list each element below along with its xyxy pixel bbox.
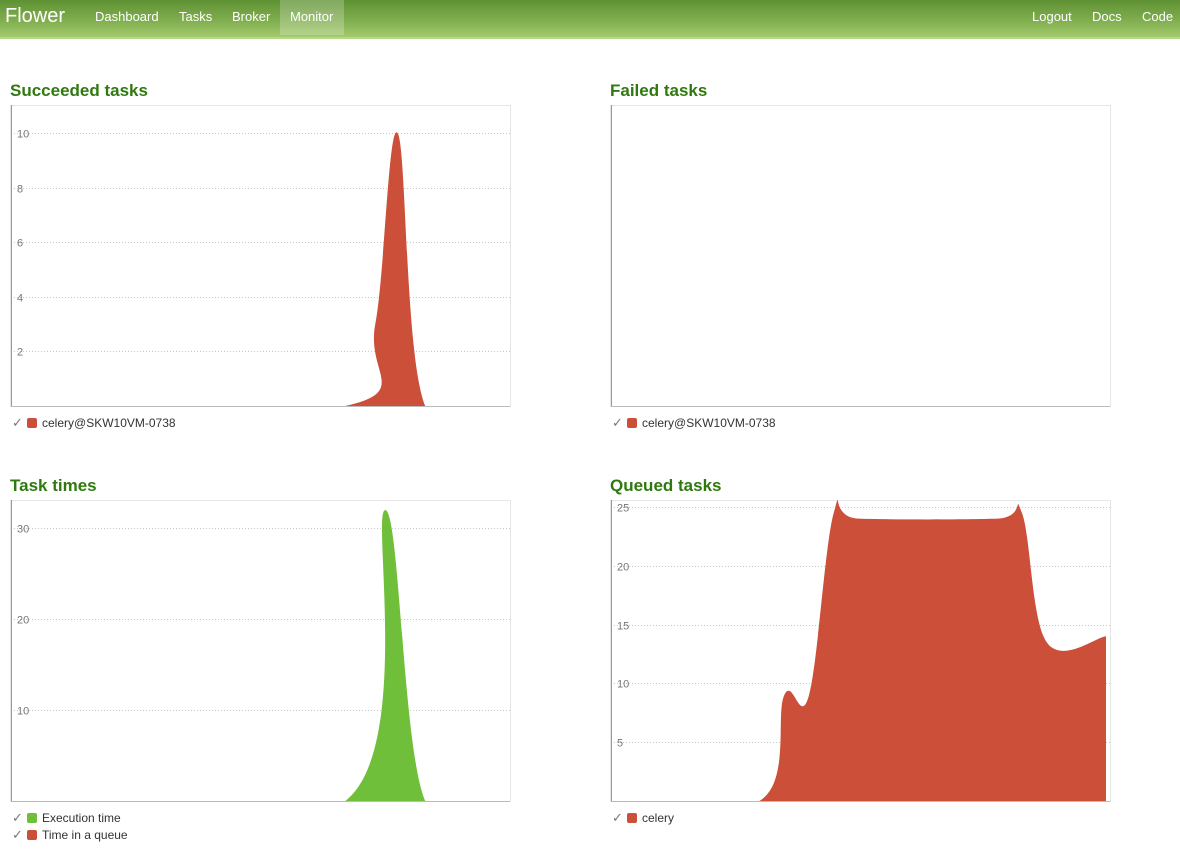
nav-docs[interactable]: Docs [1082, 0, 1132, 35]
legend-label: celery@SKW10VM-0738 [642, 415, 776, 430]
y-tick-label: 15 [617, 621, 629, 633]
y-tick-label: 10 [17, 706, 29, 718]
legend-label: Execution time [42, 810, 121, 825]
legend-swatch [27, 829, 37, 840]
queued-tasks-chart[interactable]: 5 10 15 20 25 [610, 500, 1111, 802]
legend-label: Time in a queue [42, 827, 128, 842]
y-tick-label: 5 [617, 738, 623, 750]
legend-label: celery@SKW10VM-0738 [42, 415, 176, 430]
legend-item-execution-time[interactable]: ✓ Execution time [12, 809, 128, 826]
legend-swatch [27, 417, 37, 428]
chart-frame [10, 105, 511, 407]
nav-code[interactable]: Code [1132, 0, 1180, 35]
legend-item-celery-worker[interactable]: ✓ celery@SKW10VM-0738 [612, 414, 776, 431]
y-tick-label: 20 [17, 615, 29, 627]
nav-dashboard[interactable]: Dashboard [85, 0, 169, 35]
y-tick-label: 6 [17, 238, 23, 250]
queued-tasks-legend: ✓ celery [612, 809, 674, 826]
legend-swatch [27, 812, 37, 823]
failed-tasks-legend: ✓ celery@SKW10VM-0738 [612, 414, 776, 431]
chart-frame [610, 105, 1111, 407]
task-times-chart[interactable]: 10 20 30 [10, 500, 511, 802]
nav-logout[interactable]: Logout [1022, 0, 1082, 35]
succeeded-tasks-chart[interactable]: 2 4 6 8 10 [10, 105, 511, 407]
succeeded-tasks-legend: ✓ celery@SKW10VM-0738 [12, 414, 176, 431]
brand-logo[interactable]: Flower [5, 5, 65, 28]
area-series [11, 510, 510, 802]
failed-tasks-chart[interactable] [610, 105, 1111, 407]
succeeded-tasks-title: Succeeded tasks [10, 81, 148, 100]
legend-swatch [627, 812, 637, 823]
legend-item-celery[interactable]: ✓ celery [612, 809, 674, 826]
legend-swatch [627, 417, 637, 428]
nav-monitor[interactable]: Monitor [280, 0, 344, 35]
check-icon[interactable]: ✓ [12, 827, 26, 843]
task-times-title: Task times [10, 476, 97, 495]
y-tick-label: 25 [617, 503, 629, 515]
queued-tasks-title: Queued tasks [610, 476, 722, 495]
nav-broker[interactable]: Broker [222, 0, 280, 35]
task-times-legend: ✓ Execution time ✓ Time in a queue [12, 809, 128, 843]
legend-label: celery [642, 810, 675, 825]
y-tick-label: 2 [17, 347, 23, 359]
legend-item-time-in-queue[interactable]: ✓ Time in a queue [12, 826, 128, 843]
y-tick-label: 8 [17, 184, 23, 196]
nav-tasks[interactable]: Tasks [169, 0, 222, 35]
y-tick-label: 10 [17, 129, 29, 141]
area-series [11, 132, 510, 407]
y-tick-label: 10 [617, 679, 629, 691]
top-navbar: Flower Dashboard Tasks Broker Monitor Lo… [0, 0, 1180, 39]
y-tick-label: 4 [17, 293, 23, 305]
legend-item-celery-worker[interactable]: ✓ celery@SKW10VM-0738 [12, 414, 176, 431]
check-icon[interactable]: ✓ [12, 415, 26, 431]
check-icon[interactable]: ✓ [12, 810, 26, 826]
failed-tasks-title: Failed tasks [610, 81, 708, 100]
y-tick-label: 20 [617, 562, 629, 574]
area-series [611, 500, 1106, 802]
check-icon[interactable]: ✓ [612, 810, 626, 826]
check-icon[interactable]: ✓ [612, 415, 626, 431]
y-tick-label: 30 [17, 524, 29, 536]
chart-frame [10, 500, 511, 802]
